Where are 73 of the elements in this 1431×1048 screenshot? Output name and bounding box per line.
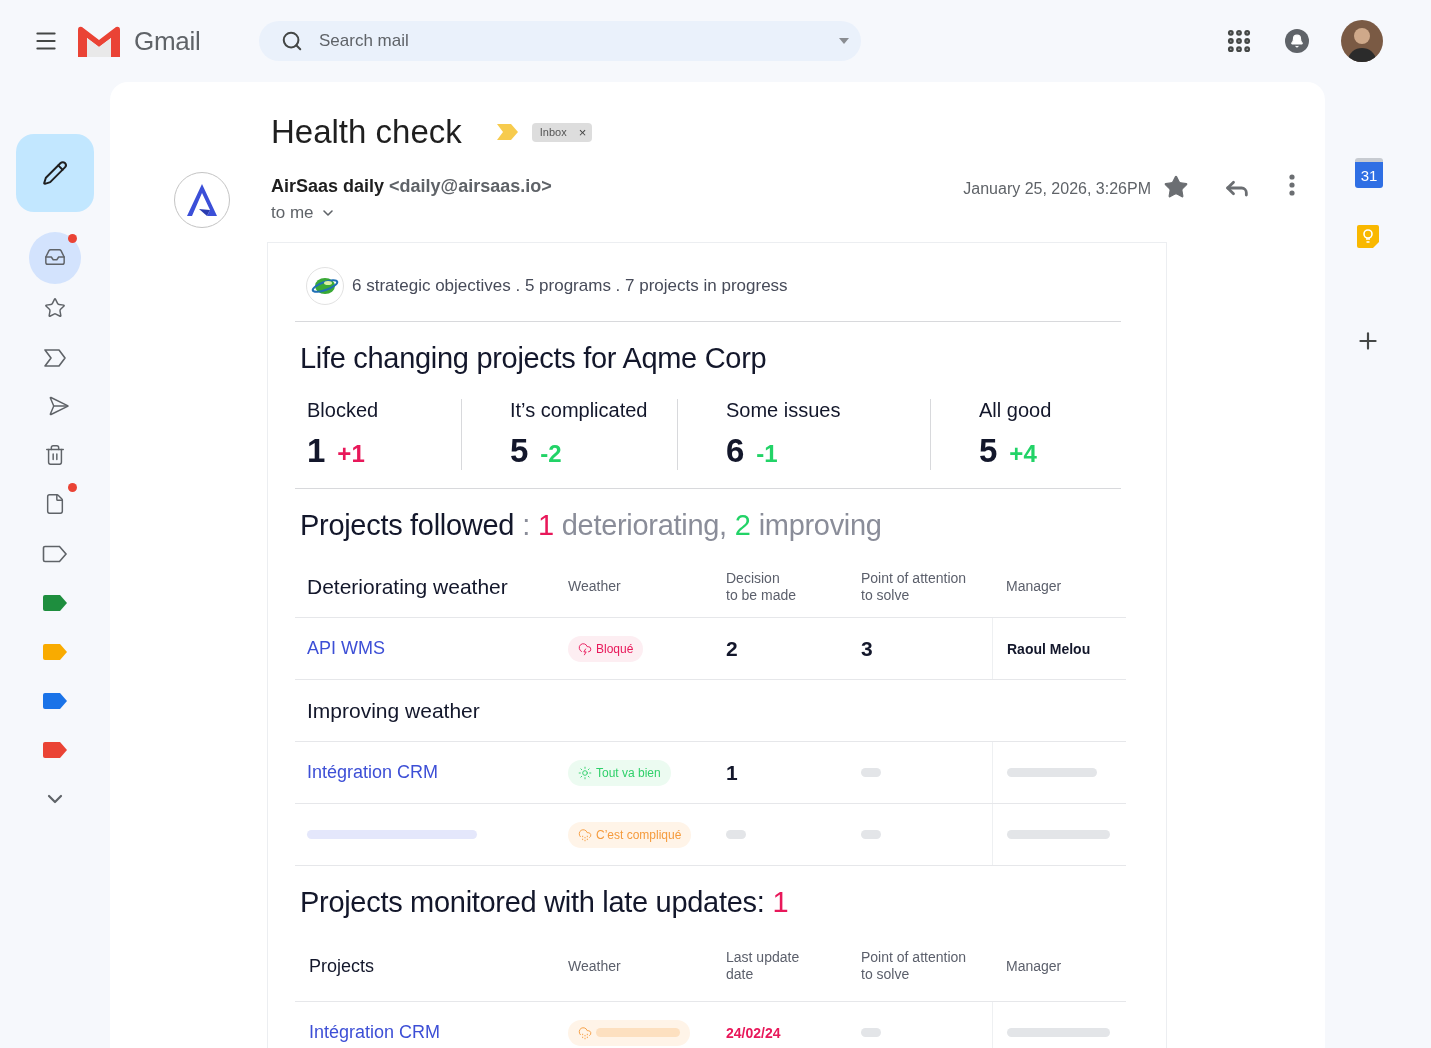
placeholder-bar <box>861 830 881 839</box>
compose-button[interactable] <box>16 134 94 212</box>
column-header: Point of attention to solve <box>861 569 968 604</box>
stat-count: 5 <box>979 432 998 470</box>
stat-label: Blocked <box>307 399 380 422</box>
decision-count: 1 <box>726 760 738 785</box>
group-title: Improving weather <box>306 698 481 723</box>
stat-count: 6 <box>726 432 745 470</box>
column-header: Decision to be made <box>726 569 798 604</box>
last-update-date: 24/02/24 <box>726 1024 781 1041</box>
stat-count: 5 <box>510 432 529 470</box>
weather-label: C’est compliqué <box>596 827 682 842</box>
important-marker-icon[interactable] <box>495 123 520 141</box>
avatar[interactable] <box>1341 20 1383 62</box>
remove-label-button[interactable]: × <box>578 125 587 139</box>
weather-label: Tout va bien <box>596 765 661 780</box>
search-icon <box>281 30 303 52</box>
bell-icon <box>1290 34 1304 48</box>
star-button[interactable] <box>1163 174 1189 200</box>
decision-count: 2 <box>726 636 738 661</box>
project-link[interactable]: Intégration CRM <box>295 1022 441 1043</box>
stat-delta: +1 <box>337 440 365 468</box>
email-subject: Health check <box>271 113 462 151</box>
project-link[interactable]: Intégration CRM <box>295 762 439 783</box>
section-heading: Life changing projects for Aqme Corp <box>299 341 768 375</box>
rain-cloud-icon <box>578 1025 592 1040</box>
column-header: Manager <box>1006 578 1063 595</box>
section-heading: Projects followed : 1 deteriorating, 2 improving <box>299 508 883 542</box>
email-date: January 25, 2026, 3:26PM <box>963 180 1151 199</box>
column-header: Point of attention to solve <box>861 949 968 983</box>
app-name: Gmail <box>134 25 201 57</box>
more-options-button[interactable] <box>1289 174 1295 196</box>
placeholder-bar <box>861 1028 881 1037</box>
rain-cloud-icon <box>578 827 592 842</box>
chevron-tag-icon <box>43 348 67 368</box>
group-title: Deteriorating weather <box>306 574 509 599</box>
project-link[interactable]: API WMS <box>295 638 385 659</box>
placeholder-bar <box>726 830 746 839</box>
column-header: Projects <box>308 955 376 977</box>
sender-address: <daily@airsaas.io> <box>389 176 552 197</box>
column-header: Weather <box>568 957 622 975</box>
search-input[interactable]: Search mail <box>317 30 825 52</box>
gmail-logo-icon <box>78 25 120 57</box>
column-header: Weather <box>568 578 622 595</box>
section-heading: Projects monitored with late updates: 1 <box>299 885 790 919</box>
attention-count: 3 <box>861 636 873 661</box>
search-field[interactable]: Search mail <box>259 21 861 61</box>
sender-name: AirSaas daily <box>271 176 385 197</box>
weather-label: Bloqué <box>596 641 634 656</box>
stat-label: Some issues <box>726 399 842 422</box>
stat-delta: -1 <box>756 440 778 468</box>
sun-icon <box>578 765 592 780</box>
nav-item[interactable] <box>29 232 81 284</box>
stat-label: All good <box>979 399 1053 422</box>
stat-delta: +4 <box>1009 440 1037 468</box>
calendar-icon[interactable]: 31 <box>1355 158 1383 188</box>
summary-text: 6 strategic objectives . 5 programs . 7 projects in progress <box>352 276 788 296</box>
pencil-icon <box>42 160 68 186</box>
column-header: Manager <box>1006 957 1063 975</box>
more-icon <box>1289 174 1295 196</box>
chip-label: Inbox <box>539 126 567 138</box>
manager-name: Raoul Melou <box>1007 640 1091 657</box>
label-icon <box>42 545 68 563</box>
stat-delta: -2 <box>540 440 562 468</box>
placeholder-bar <box>861 768 881 777</box>
stat-label: It’s complicated <box>510 399 649 422</box>
column-header: Last update date <box>726 949 801 983</box>
dropdown-caret-icon[interactable] <box>839 38 849 44</box>
stat-count: 1 <box>307 432 326 470</box>
notifications-button[interactable] <box>1285 29 1309 53</box>
apps-grid-button[interactable] <box>1225 27 1253 55</box>
recipient-toggle[interactable]: to me <box>271 203 336 223</box>
storm-cloud-icon <box>578 641 592 656</box>
